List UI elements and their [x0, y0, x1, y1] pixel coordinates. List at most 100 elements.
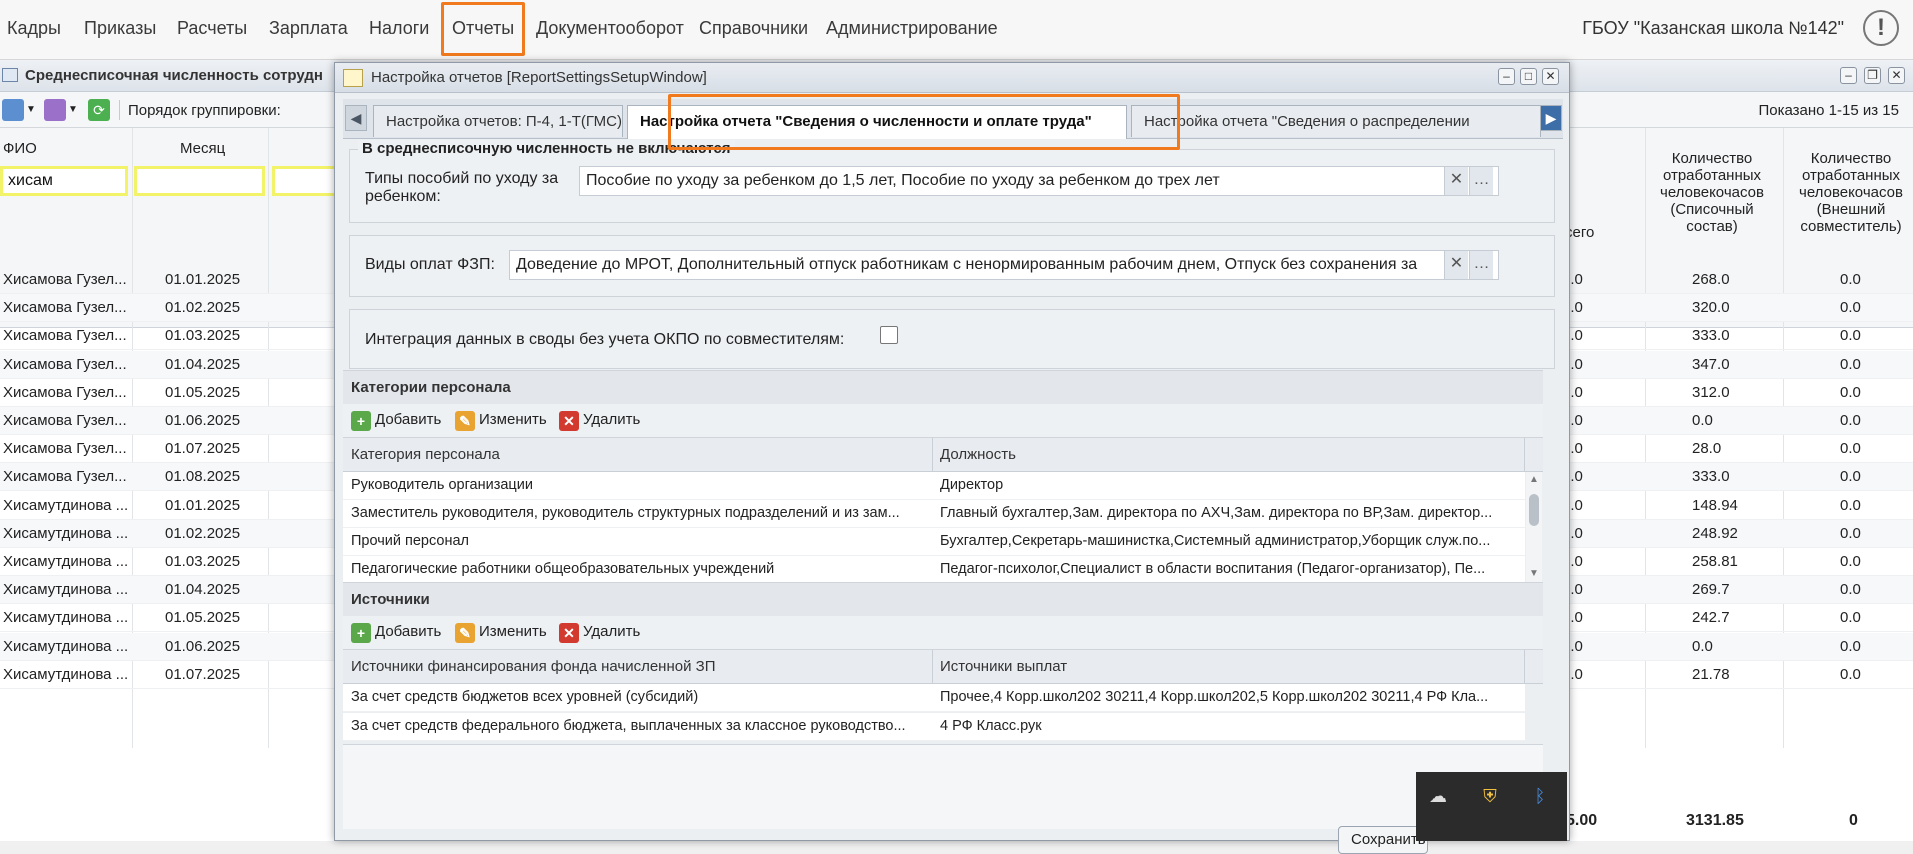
hours-list-cell: 333.0 — [1692, 468, 1730, 486]
tab-report-distribution[interactable]: Настройка отчета "Сведения о распределен… — [1131, 105, 1541, 137]
print-icon[interactable] — [2, 99, 24, 121]
clear-icon[interactable]: ✕ — [1444, 167, 1468, 195]
column-hours-list[interactable]: Количество отработанных человекочасов (С… — [1652, 150, 1772, 235]
cloud-offline-icon[interactable]: ☁ — [1426, 786, 1450, 808]
month-cell: 01.08.2025 — [165, 468, 241, 486]
personnel-add-button[interactable]: + Добавить — [351, 411, 441, 431]
column-funding-source[interactable]: Источники финансирования фонда начисленн… — [351, 658, 715, 675]
month-cell: 01.02.2025 — [165, 524, 241, 542]
integration-fieldset: Интеграция данных в своды без учета ОКПО… — [349, 309, 1555, 369]
sources-edit-button[interactable]: ✎ Изменить — [455, 623, 547, 643]
column-divider — [1524, 438, 1525, 472]
minimize-button[interactable]: – — [1840, 67, 1857, 84]
nav-item-prikazy[interactable]: Приказы — [84, 18, 156, 39]
nav-item-raschety[interactable]: Расчеты — [177, 18, 247, 39]
print-dropdown-icon[interactable]: ▼ — [26, 104, 36, 115]
position-cell: Бухгалтер,Секретарь-машинистка,Системный… — [940, 533, 1491, 549]
personnel-scrollbar[interactable]: ▲ ▼ — [1526, 472, 1542, 584]
hours-external-cell: 0.0 — [1840, 355, 1861, 373]
month-cell: 01.01.2025 — [165, 496, 241, 514]
column-position[interactable]: Должность — [940, 446, 1016, 463]
category-cell: Прочий персонал — [351, 533, 470, 549]
nav-item-dokumentooborot[interactable]: Документооборот — [536, 18, 684, 39]
restore-button[interactable]: ❐ — [1864, 67, 1881, 84]
tab-scroll-right-icon[interactable]: ▶ — [1540, 105, 1562, 131]
scroll-down-icon[interactable]: ▼ — [1529, 568, 1539, 579]
month-cell: 01.04.2025 — [165, 581, 241, 599]
minimize-button[interactable]: – — [1498, 68, 1515, 85]
scroll-thumb[interactable] — [1529, 494, 1539, 526]
sources-toolbar: + Добавить ✎ Изменить ✕ Удалить — [343, 616, 1543, 650]
month-filter-input[interactable] — [134, 166, 265, 196]
hours-list-cell: 148.94 — [1692, 496, 1738, 514]
hours-external-cell: 0.0 — [1840, 383, 1861, 401]
personnel-delete-button[interactable]: ✕ Удалить — [559, 411, 640, 431]
fio-cell: Хисамова Гузел... — [3, 383, 127, 401]
refresh-icon[interactable]: ⟳ — [88, 99, 110, 121]
nav-item-nalogi[interactable]: Налоги — [369, 18, 429, 39]
column-fio[interactable]: ФИО — [3, 140, 37, 157]
sources-delete-label: Удалить — [583, 623, 641, 640]
list-item[interactable]: Заместитель руководителя, руководитель с… — [343, 500, 1525, 528]
select-ellipsis-icon[interactable]: … — [1469, 251, 1493, 279]
payments-fieldset: Виды оплат ФЗП: Доведение до МРОТ, Допол… — [349, 235, 1555, 297]
select-ellipsis-icon[interactable]: … — [1469, 167, 1493, 195]
close-button[interactable]: ✕ — [1888, 67, 1905, 84]
fio-filter-input[interactable] — [0, 166, 128, 196]
month-cell: 01.06.2025 — [165, 412, 241, 429]
grouping-label: Порядок группировки: — [128, 102, 281, 119]
nav-item-spravochniki[interactable]: Справочники — [699, 18, 808, 39]
settings-dropdown-icon[interactable]: ▼ — [68, 104, 78, 115]
funding-source-cell: За счет средств федерального бюджета, вы… — [351, 718, 906, 734]
tab-scroll-left-icon[interactable]: ◀ — [345, 105, 367, 131]
column-category[interactable]: Категория персонала — [351, 446, 500, 463]
list-item[interactable]: За счет средств бюджетов всех уровней (с… — [343, 684, 1525, 712]
hours-list-cell: 333.0 — [1692, 327, 1730, 345]
column-divider — [932, 650, 933, 684]
security-shield-icon[interactable]: ⛨ — [1478, 786, 1502, 808]
hours-external-cell: 0.0 — [1840, 412, 1861, 429]
column-payment-source[interactable]: Источники выплат — [940, 658, 1067, 675]
sources-add-button[interactable]: + Добавить — [351, 623, 441, 643]
hours-external-cell: 0.0 — [1840, 553, 1861, 570]
alert-icon[interactable]: ! — [1863, 10, 1899, 46]
personnel-edit-button[interactable]: ✎ Изменить — [455, 411, 547, 431]
maximize-button[interactable]: □ — [1520, 68, 1537, 85]
list-item[interactable]: Прочий персонал Бухгалтер,Секретарь-машин… — [343, 528, 1525, 556]
bluetooth-icon[interactable]: ᛒ — [1528, 786, 1552, 808]
fio-cell: Хисамутдинова ... — [3, 637, 129, 655]
dialog-titlebar[interactable]: Настройка отчетов [ReportSettingsSetupWi… — [335, 63, 1569, 93]
hours-external-cell: 0.0 — [1840, 524, 1861, 542]
list-item[interactable]: Руководитель организации Директор — [343, 472, 1525, 500]
benefits-value: Пособие по уходу за ребенком до 1,5 лет,… — [586, 172, 1220, 189]
edit-icon: ✎ — [455, 623, 475, 643]
nav-item-kadry[interactable]: Кадры — [7, 18, 61, 39]
sources-delete-button[interactable]: ✕ Удалить — [559, 623, 641, 643]
nav-item-zarplata[interactable]: Зарплата — [269, 18, 348, 39]
month-cell: 01.05.2025 — [165, 383, 241, 401]
system-tray-popup: ☁ ⛨ ᛒ — [1416, 772, 1567, 841]
hours-external-cell: 0.0 — [1840, 468, 1861, 486]
list-item[interactable]: Педагогические работники общеобразовател… — [343, 556, 1525, 584]
payments-field[interactable]: Доведение до МРОТ, Дополнительный отпуск… — [509, 250, 1499, 280]
column-hours-external[interactable]: Количество отработанных человекочасов (В… — [1795, 150, 1907, 235]
payments-label: Виды оплат ФЗП: — [365, 256, 495, 273]
list-item[interactable]: За счет средств федерального бюджета, вы… — [343, 713, 1525, 741]
close-button[interactable]: ✕ — [1542, 68, 1559, 85]
column-month[interactable]: Месяц — [180, 140, 225, 157]
nav-item-administrirovanie[interactable]: Администрирование — [826, 18, 998, 39]
sources-grid-empty-area — [343, 744, 1543, 829]
hours-list-cell: 248.92 — [1692, 524, 1738, 542]
scroll-up-icon[interactable]: ▲ — [1529, 474, 1539, 485]
benefits-field[interactable]: Пособие по уходу за ребенком до 1,5 лет,… — [579, 166, 1499, 196]
filter-input[interactable] — [272, 166, 342, 196]
save-button[interactable]: Сохранить — [1338, 826, 1428, 854]
tab-report-p4[interactable]: Настройка отчетов: П-4, 1-Т(ГМС), 1-Т — [373, 105, 623, 137]
settings-icon[interactable] — [44, 99, 66, 121]
hours-list-cell: 258.81 — [1692, 553, 1738, 570]
month-cell: 01.01.2025 — [165, 271, 241, 288]
clear-icon[interactable]: ✕ — [1444, 251, 1468, 279]
funding-source-cell: За счет средств бюджетов всех уровней (с… — [351, 689, 699, 705]
integration-checkbox[interactable] — [880, 326, 898, 344]
month-cell: 01.06.2025 — [165, 637, 241, 655]
